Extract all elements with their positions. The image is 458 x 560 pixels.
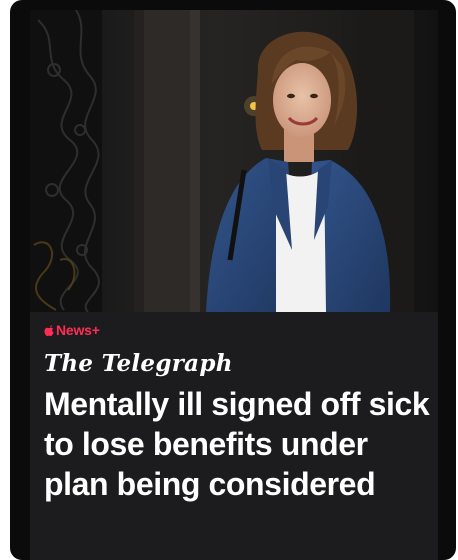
news-plus-badge: News+	[44, 322, 100, 338]
story-frame: News+ The Telegraph Mentally ill signed …	[10, 0, 456, 560]
news-plus-label: News+	[56, 322, 100, 338]
publisher-name: The Telegraph	[44, 350, 233, 377]
story-headline[interactable]: Mentally ill signed off sick to lose ben…	[44, 384, 434, 504]
story-photo	[30, 10, 438, 312]
news-story-card[interactable]: News+ The Telegraph Mentally ill signed …	[30, 10, 438, 560]
story-info: News+ The Telegraph Mentally ill signed …	[30, 312, 438, 560]
apple-logo-icon	[44, 324, 54, 336]
